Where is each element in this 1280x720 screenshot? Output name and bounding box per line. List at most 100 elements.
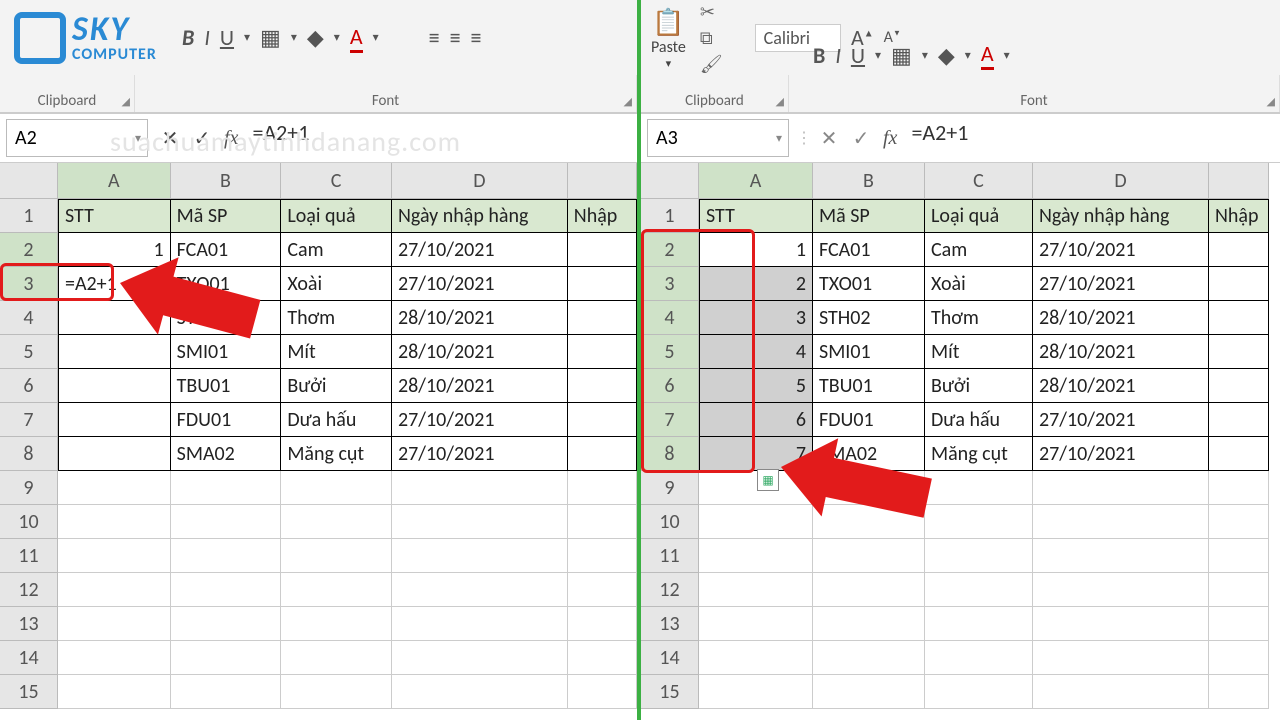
row-header[interactable]: 12 <box>0 573 58 607</box>
table-cell[interactable] <box>568 437 637 471</box>
table-cell[interactable] <box>1209 403 1269 437</box>
table-cell[interactable]: 27/10/2021 <box>392 233 568 267</box>
row-header[interactable]: 10 <box>0 505 58 539</box>
row-header[interactable]: 1 <box>0 199 58 233</box>
column-header[interactable]: D <box>1033 163 1209 199</box>
table-header-cell[interactable]: Nhập <box>568 199 637 233</box>
table-cell[interactable]: TXO01 <box>171 267 282 301</box>
formula-input[interactable]: =A2+1 <box>903 119 1280 157</box>
worksheet[interactable]: ABCD 123456789101112131415 STTMã SPLoại … <box>0 163 637 720</box>
autofill-options-button[interactable]: ▦ <box>757 469 779 491</box>
table-cell[interactable] <box>392 539 568 573</box>
row-header[interactable]: 14 <box>641 641 699 675</box>
chevron-down-icon[interactable]: ▾ <box>666 57 672 70</box>
table-cell[interactable] <box>568 539 637 573</box>
table-cell[interactable]: Bưởi <box>281 369 392 403</box>
table-cell[interactable] <box>392 471 568 505</box>
table-cell[interactable]: 27/10/2021 <box>392 437 568 471</box>
table-cell[interactable] <box>1209 233 1269 267</box>
table-cell[interactable] <box>568 573 637 607</box>
table-cell[interactable]: Mít <box>281 335 392 369</box>
table-cell[interactable] <box>58 505 171 539</box>
table-cell[interactable]: 27/10/2021 <box>392 267 568 301</box>
dialog-launcher-icon[interactable]: ◢ <box>776 95 784 108</box>
table-cell[interactable] <box>568 335 637 369</box>
table-cell[interactable]: FCA01 <box>813 233 925 267</box>
row-header[interactable]: 7 <box>641 403 699 437</box>
table-cell[interactable] <box>699 505 813 539</box>
table-cell[interactable]: STH02 <box>171 301 282 335</box>
row-header[interactable]: 3 <box>641 267 699 301</box>
row-header[interactable]: 15 <box>641 675 699 709</box>
table-cell[interactable] <box>568 675 637 709</box>
dialog-launcher-icon[interactable]: ◢ <box>122 95 130 108</box>
table-cell[interactable] <box>171 539 282 573</box>
row-header[interactable]: 7 <box>0 403 58 437</box>
chevron-down-icon[interactable]: ▾ <box>875 48 881 63</box>
table-cell[interactable]: SMI01 <box>171 335 282 369</box>
table-cell[interactable]: 28/10/2021 <box>392 369 568 403</box>
table-cell[interactable] <box>171 675 282 709</box>
row-header[interactable]: 8 <box>641 437 699 471</box>
table-cell[interactable] <box>568 641 637 675</box>
table-cell[interactable] <box>58 437 171 471</box>
table-cell[interactable] <box>281 607 392 641</box>
align-left-button[interactable]: ≡ <box>429 24 440 51</box>
table-cell[interactable] <box>281 573 392 607</box>
fx-icon[interactable]: fx <box>883 127 897 150</box>
table-cell[interactable] <box>281 505 392 539</box>
row-header[interactable]: 3 <box>0 267 58 301</box>
row-header[interactable]: 1 <box>641 199 699 233</box>
row-header[interactable]: 5 <box>0 335 58 369</box>
table-cell[interactable] <box>813 641 925 675</box>
table-cell[interactable] <box>925 471 1033 505</box>
table-cell[interactable] <box>1033 573 1209 607</box>
bold-button[interactable]: B <box>813 42 825 69</box>
table-cell[interactable]: Cam <box>925 233 1033 267</box>
column-header[interactable] <box>1209 163 1269 199</box>
table-cell[interactable] <box>568 369 637 403</box>
table-cell[interactable] <box>568 267 637 301</box>
table-cell[interactable]: 28/10/2021 <box>1033 369 1209 403</box>
table-header-cell[interactable]: STT <box>699 199 813 233</box>
table-cell[interactable]: 3 <box>699 301 813 335</box>
table-cell[interactable] <box>813 471 925 505</box>
align-center-button[interactable]: ≡ <box>450 24 461 51</box>
table-cell[interactable] <box>813 607 925 641</box>
table-header-cell[interactable]: Mã SP <box>813 199 925 233</box>
table-header-cell[interactable]: Nhập <box>1209 199 1269 233</box>
fill-color-button[interactable]: ◆ <box>307 24 324 51</box>
table-cell[interactable] <box>392 573 568 607</box>
table-cell[interactable]: 27/10/2021 <box>392 403 568 437</box>
table-cell[interactable] <box>925 539 1033 573</box>
table-header-cell[interactable]: STT <box>58 199 171 233</box>
table-cell[interactable] <box>281 675 392 709</box>
cut-icon[interactable]: ✂ <box>700 1 723 23</box>
table-cell[interactable] <box>1209 301 1269 335</box>
table-cell[interactable] <box>925 607 1033 641</box>
table-cell[interactable]: Xoài <box>281 267 392 301</box>
table-cell[interactable] <box>171 641 282 675</box>
chevron-down-icon[interactable]: ▾ <box>291 30 297 45</box>
table-cell[interactable] <box>171 471 282 505</box>
chevron-down-icon[interactable]: ▾ <box>965 48 971 63</box>
chevron-down-icon[interactable]: ▾ <box>373 30 379 45</box>
row-header[interactable]: 9 <box>641 471 699 505</box>
table-cell[interactable] <box>281 539 392 573</box>
row-header[interactable]: 15 <box>0 675 58 709</box>
table-cell[interactable] <box>171 505 282 539</box>
enter-icon[interactable]: ✓ <box>845 126 877 151</box>
column-header[interactable]: C <box>281 163 392 199</box>
chevron-down-icon[interactable]: ▾ <box>244 30 250 45</box>
table-cell[interactable]: TBU01 <box>171 369 282 403</box>
table-cell[interactable] <box>1033 505 1209 539</box>
table-cell[interactable] <box>1209 573 1269 607</box>
table-cell[interactable]: Thơm <box>925 301 1033 335</box>
row-header[interactable]: 11 <box>0 539 58 573</box>
table-cell[interactable] <box>1209 437 1269 471</box>
borders-button[interactable]: ▦ <box>891 42 912 69</box>
underline-button[interactable]: U <box>220 24 234 51</box>
table-cell[interactable]: 27/10/2021 <box>1033 267 1209 301</box>
row-header[interactable]: 2 <box>641 233 699 267</box>
dialog-launcher-icon[interactable]: ◢ <box>1267 95 1275 108</box>
